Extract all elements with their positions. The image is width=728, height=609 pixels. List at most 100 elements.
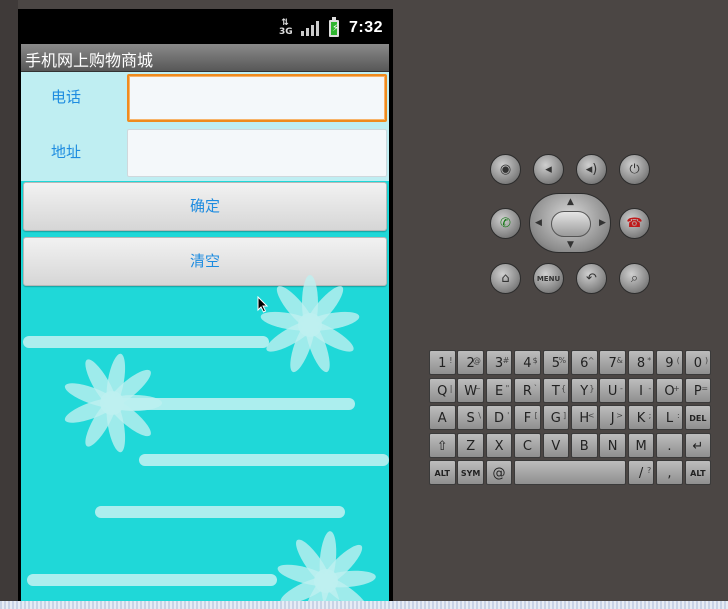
key-6[interactable]: 6 ^ xyxy=(571,350,598,375)
key-alt[interactable]: ALT xyxy=(429,460,456,485)
key-u46[interactable]: . xyxy=(656,432,683,458)
flower-decoration-icon xyxy=(260,275,360,373)
status-bar: ⇅ 3G ⚡ 7:32 xyxy=(21,12,389,44)
key-n[interactable]: N xyxy=(599,432,626,458)
end-call-button[interactable]: ☎ xyxy=(619,208,650,239)
key-a[interactable]: A xyxy=(429,405,456,430)
key-l[interactable]: L: xyxy=(656,405,683,430)
search-button[interactable]: ⌕ xyxy=(619,263,650,294)
decor-stripe xyxy=(23,336,269,348)
signal-icon xyxy=(300,20,319,36)
key-7[interactable]: 7 & xyxy=(599,350,626,375)
data-transfer-icon: ⇅ 3G xyxy=(278,18,293,37)
address-row: 地址 xyxy=(21,127,389,181)
address-input[interactable] xyxy=(127,129,387,177)
camera-button[interactable]: ◉ xyxy=(490,154,521,185)
search-icon: ⌕ xyxy=(630,271,639,286)
menu-button[interactable]: MENU xyxy=(533,263,564,294)
key-p[interactable]: P = xyxy=(684,377,712,403)
key-d[interactable]: D ' xyxy=(485,405,513,430)
battery-charging-icon: ⚡ xyxy=(328,16,339,37)
home-icon: ⌂ xyxy=(501,271,510,286)
back-icon: ↶ xyxy=(586,271,597,286)
key-del[interactable]: DEL xyxy=(684,405,712,430)
key-t[interactable]: T{ xyxy=(542,377,570,403)
phone-call-icon: ✆ xyxy=(500,216,511,231)
dpad-right-icon[interactable]: ▶ xyxy=(599,218,606,228)
key-4[interactable]: 4 $ xyxy=(514,350,541,375)
call-button[interactable]: ✆ xyxy=(490,208,521,239)
address-label: 地址 xyxy=(51,143,82,161)
home-button[interactable]: ⌂ xyxy=(490,263,521,294)
key-2[interactable]: 2 @ xyxy=(457,350,484,375)
power-icon: ⏻ xyxy=(629,162,640,177)
taskbar-strip xyxy=(0,601,728,609)
phone-label: 电话 xyxy=(51,88,82,106)
volume-up-icon: ◂) xyxy=(585,162,598,177)
key-z[interactable]: Z xyxy=(457,432,484,458)
key-k[interactable]: K; xyxy=(627,405,655,430)
key-g[interactable]: G] xyxy=(542,405,570,430)
key-alt[interactable]: ALT xyxy=(684,460,712,485)
left-bezel xyxy=(0,0,18,609)
key-5[interactable]: 5% xyxy=(542,350,570,375)
key-u47[interactable]: /? xyxy=(627,460,655,485)
key-e[interactable]: E " xyxy=(485,377,513,403)
key-9[interactable]: 9( xyxy=(656,350,683,375)
volume-up-button[interactable]: ◂) xyxy=(576,154,607,185)
camera-icon: ◉ xyxy=(499,162,512,177)
mouse-cursor-icon xyxy=(257,296,269,313)
dpad-center-button[interactable] xyxy=(551,211,591,237)
power-button[interactable]: ⏻ xyxy=(619,154,650,185)
key-u44[interactable]: , xyxy=(656,460,683,485)
dpad[interactable]: ▲ ▼ ◀ ▶ xyxy=(529,193,611,253)
decor-stripe xyxy=(27,574,277,586)
back-button[interactable]: ↶ xyxy=(576,263,607,294)
emulator-keyboard: 1! 2 @3 #4 $5% 6 ^ 7 & 8 * 9(0) Q | W ~ E " R ` T{Y} U - I - O + P =… xyxy=(427,348,713,488)
key-y[interactable]: Y} xyxy=(571,377,598,403)
key-u8679[interactable]: ⇧ xyxy=(429,432,456,458)
device-screen: ⇅ 3G ⚡ 7:32 手机网上购物商城 电话 地址 确定 清空 xyxy=(21,12,389,609)
key-s[interactable]: S \ xyxy=(457,405,484,430)
order-form: 电话 地址 xyxy=(21,72,389,181)
key-q[interactable]: Q | xyxy=(429,377,456,403)
end-call-icon: ☎ xyxy=(626,216,643,231)
key-8[interactable]: 8 * xyxy=(627,350,655,375)
key-m[interactable]: M xyxy=(627,432,655,458)
phone-input[interactable] xyxy=(127,74,387,122)
volume-down-icon: ◂ xyxy=(545,162,552,177)
flower-decoration-icon xyxy=(277,531,376,609)
confirm-button[interactable]: 确定 xyxy=(23,182,387,231)
main-content: 电话 地址 确定 清空 xyxy=(21,72,389,609)
dpad-up-icon[interactable]: ▲ xyxy=(567,197,574,207)
dpad-down-icon[interactable]: ▼ xyxy=(567,240,574,250)
key-v[interactable]: V xyxy=(542,432,570,458)
app-title-bar: 手机网上购物商城 xyxy=(21,44,389,72)
key-sym[interactable]: SYM xyxy=(457,460,484,485)
key-0[interactable]: 0) xyxy=(684,350,712,375)
key-i[interactable]: I- xyxy=(627,377,655,403)
key-j[interactable]: J > xyxy=(599,405,626,430)
key-c[interactable]: C xyxy=(514,432,541,458)
key-u64[interactable]: @ xyxy=(485,460,513,485)
key-b[interactable]: B xyxy=(571,432,598,458)
key-3[interactable]: 3 # xyxy=(485,350,513,375)
volume-down-button[interactable]: ◂ xyxy=(533,154,564,185)
key-space[interactable] xyxy=(514,460,626,485)
dpad-left-icon[interactable]: ◀ xyxy=(535,218,542,228)
background-decoration xyxy=(21,275,389,609)
decor-stripe xyxy=(95,506,345,518)
decor-stripe xyxy=(139,454,389,466)
key-f[interactable]: F[ xyxy=(514,405,541,430)
key-h[interactable]: H < xyxy=(571,405,598,430)
flower-decoration-icon xyxy=(64,353,162,453)
key-r[interactable]: R ` xyxy=(514,377,541,403)
app-title: 手机网上购物商城 xyxy=(25,51,154,70)
key-u8629[interactable]: ↵ xyxy=(684,432,712,458)
key-w[interactable]: W ~ xyxy=(457,377,484,403)
key-u[interactable]: U- xyxy=(599,377,626,403)
status-time: 7:32 xyxy=(348,19,383,36)
key-1[interactable]: 1! xyxy=(429,350,456,375)
key-o[interactable]: O + xyxy=(656,377,683,403)
key-x[interactable]: X xyxy=(485,432,513,458)
